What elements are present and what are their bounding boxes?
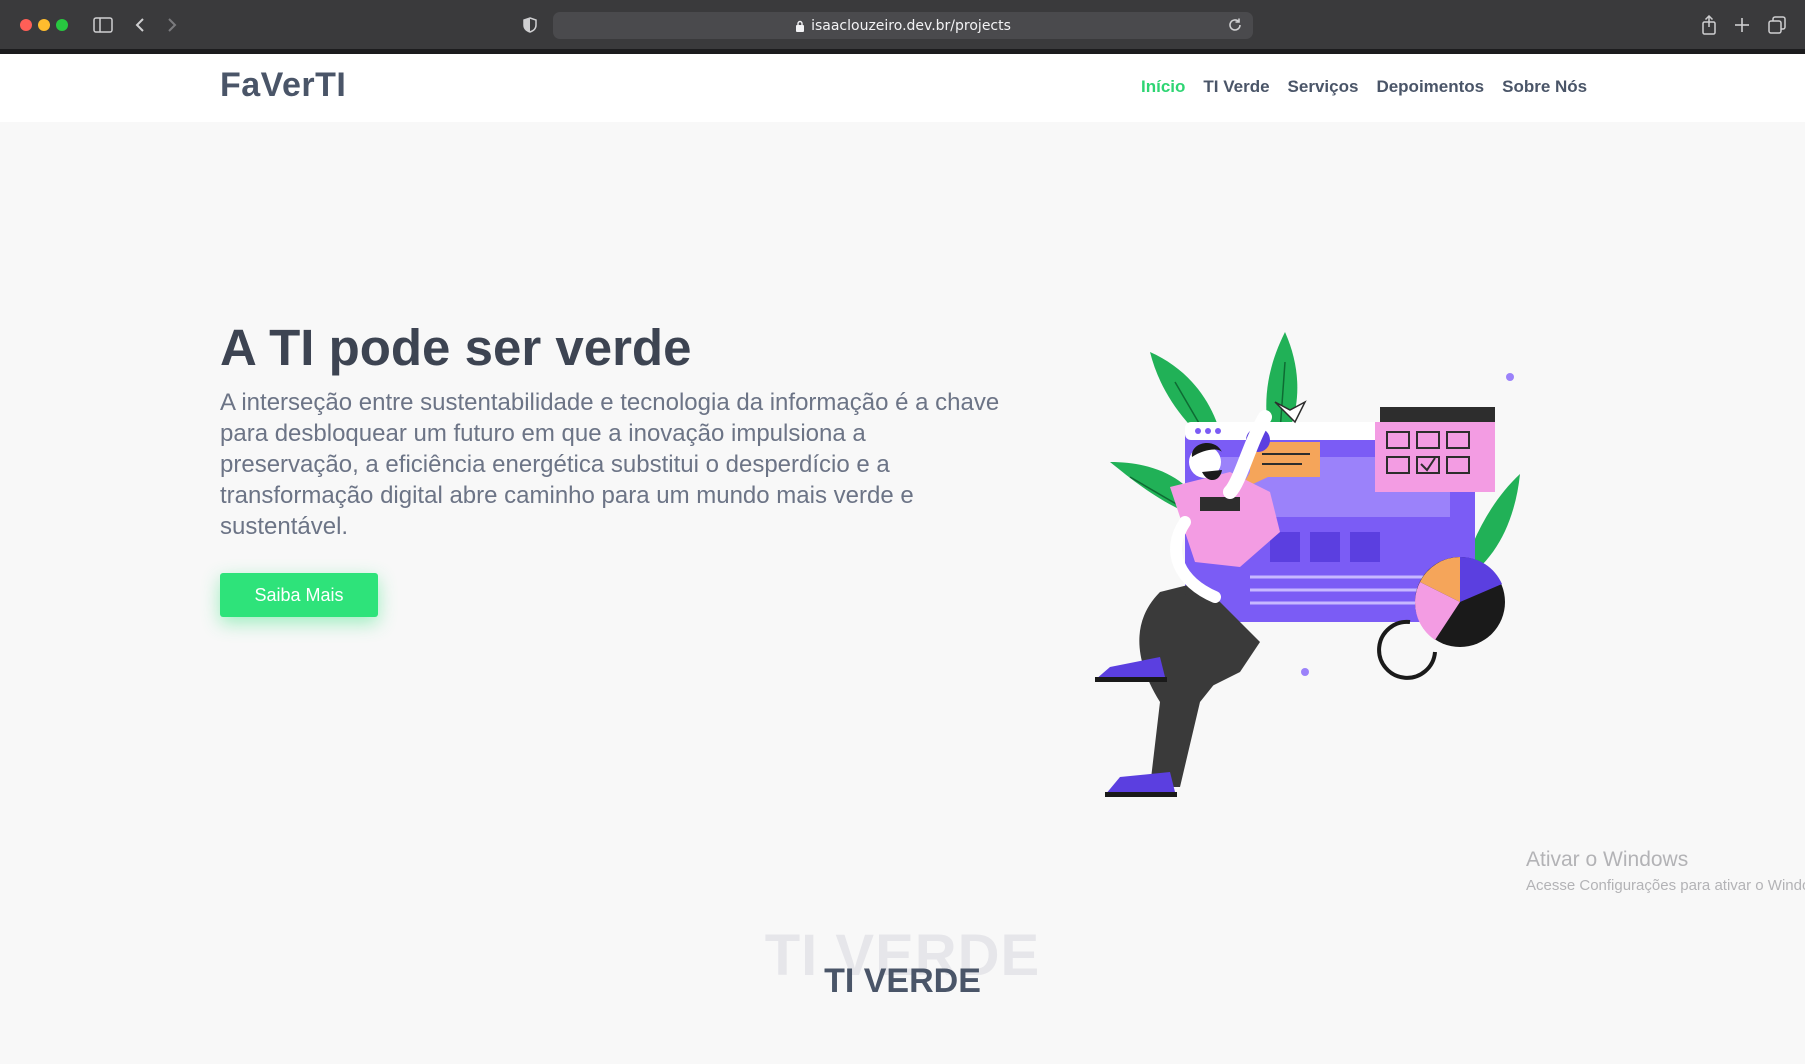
close-window-button[interactable] (20, 19, 32, 31)
windows-activation-watermark: Ativar o Windows Acesse Configurações pa… (1526, 848, 1805, 894)
back-icon[interactable] (132, 13, 148, 37)
nav-link-inicio[interactable]: Início (1141, 77, 1185, 97)
main-nav: Início TI Verde Serviços Depoimentos Sob… (1141, 77, 1587, 97)
minimize-window-button[interactable] (38, 19, 50, 31)
sidebar-icon[interactable] (92, 13, 114, 37)
maximize-window-button[interactable] (56, 19, 68, 31)
address-bar[interactable]: isaaclouzeiro.dev.br/projects (553, 12, 1253, 39)
main-content: A TI pode ser verde A interseção entre s… (0, 122, 1805, 1064)
site-logo[interactable]: FaVerTI (220, 66, 346, 105)
tabs-overview-icon[interactable] (1767, 13, 1787, 37)
hero-title: A TI pode ser verde (220, 319, 692, 376)
share-icon[interactable] (1700, 13, 1718, 37)
ti-verde-section-heading: TI VERDE TI VERDE (0, 922, 1805, 1012)
hero-description: A interseção entre sustentabilidade e te… (220, 389, 1000, 540)
hero-illustration (1095, 332, 1520, 797)
windows-activation-title: Ativar o Windows (1526, 848, 1689, 871)
windows-activation-subtitle: Acesse Configurações para ativar o Windo… (1526, 877, 1805, 894)
checkbox-card-illustration (1375, 407, 1495, 492)
lock-icon (795, 20, 805, 32)
site-header: FaVerTI Início TI Verde Serviços Depoime… (0, 54, 1805, 122)
section-title: TI VERDE (824, 962, 981, 1000)
nav-link-depoimentos[interactable]: Depoimentos (1376, 77, 1484, 97)
decor-dot (1506, 373, 1514, 381)
browser-toolbar: isaaclouzeiro.dev.br/projects (0, 0, 1805, 54)
nav-link-sobre-nos[interactable]: Sobre Nós (1502, 77, 1587, 97)
reload-icon[interactable] (1227, 17, 1243, 33)
nav-link-servicos[interactable]: Serviços (1288, 77, 1359, 97)
shield-icon[interactable] (520, 13, 540, 37)
forward-icon[interactable] (164, 13, 180, 37)
url-text: isaaclouzeiro.dev.br/projects (811, 17, 1011, 34)
new-tab-icon[interactable] (1733, 13, 1751, 37)
decor-dot (1301, 668, 1309, 676)
saiba-mais-button[interactable]: Saiba Mais (220, 573, 378, 617)
nav-link-ti-verde[interactable]: TI Verde (1203, 77, 1269, 97)
